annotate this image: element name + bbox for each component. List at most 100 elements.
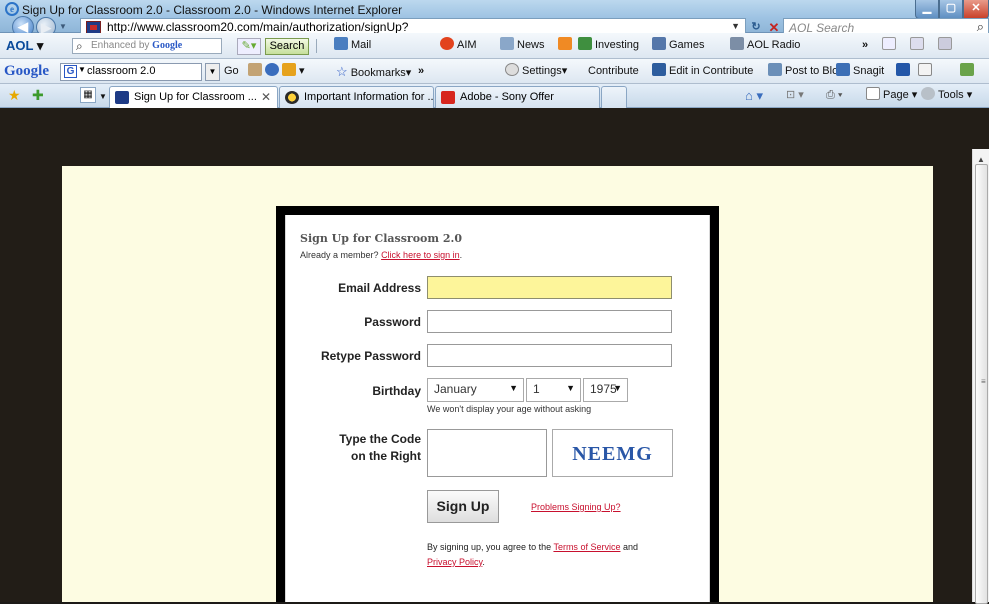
bookmarks-button[interactable]: ☆ Bookmarks▾ [336,63,411,80]
birth-month-select[interactable]: January ▼ [427,378,524,402]
news-icon [500,37,514,50]
google-toolbar: Google G ▼ classroom 2.0 ▼ Go ▾ ☆ Bookma… [0,59,989,84]
birth-day-select[interactable]: 1 ▼ [526,378,581,402]
go-button[interactable]: Go [224,63,239,80]
already-member-text: Already a member? Click here to sign in. [300,250,463,260]
more-chevron-icon[interactable]: » [418,63,424,80]
google-icons-group[interactable]: ▾ [248,63,305,80]
feeds-icon[interactable]: ⊡ ▾ [786,87,804,104]
aol-search-button[interactable]: Search [265,38,309,55]
tab-list-dropdown-icon[interactable]: ▼ [99,88,107,105]
url-dropdown-icon[interactable]: ▼ [731,21,740,31]
terms-of-service-link[interactable]: Terms of Service [553,542,620,552]
aol-logo[interactable]: AOL ▾ [6,38,43,54]
tools-menu[interactable]: Tools ▾ [921,87,972,104]
form-heading: Sign Up for Classroom 2.0 [300,232,462,245]
chevron-down-icon: ▼ [613,383,622,393]
home-icon[interactable]: ⌂ ▾ [745,87,763,104]
aol-toolbar: AOL ▾ ⌕ Enhanced by Google ✎▾ Search Mai… [0,33,989,59]
terms-agreement-text: By signing up, you agree to the Terms of… [427,542,639,567]
enhanced-by-label: Enhanced by [91,40,150,51]
google-search-input[interactable]: G ▼ classroom 2.0 [60,63,202,81]
birth-year-select[interactable]: 1975 ▼ [583,378,628,402]
tab-adobe-sony[interactable]: Adobe - Sony Offer [435,86,600,108]
mail-icon [334,37,348,50]
code-label-line1: Type the Code [339,432,421,446]
email-label: Email Address [338,281,421,295]
toolbar-divider [316,39,317,53]
code-label-line2: on the Right [351,449,421,463]
settings-icon [505,63,519,76]
post-to-blog-button[interactable]: Post to Blo [768,63,838,80]
google-g-icon: G [64,65,77,78]
birth-month-value: January [434,382,477,396]
email-field[interactable] [427,276,672,299]
tab-label: Sign Up for Classroom ... [134,91,257,103]
page-icon [866,87,880,100]
address-bar-row: ◀ ▶ ▼ http://www.classroom20.com/main/au… [0,14,989,38]
gear-icon [921,87,935,100]
retype-password-label: Retype Password [320,349,421,363]
site-favicon-icon [115,91,129,104]
search-icon: ⌕ [76,39,83,53]
news-button[interactable]: News [500,37,545,54]
birthday-label: Birthday [372,384,421,398]
aim-icon [440,37,454,50]
birthday-hint: We won't display your age without asking [427,404,592,414]
print-icon[interactable]: ⎙ ▾ [826,87,842,104]
rss-icon[interactable] [558,37,575,54]
pen-tool-icon[interactable] [882,37,899,54]
new-tab-button[interactable] [601,86,627,108]
google-search-dropdown[interactable]: ▼ [205,63,220,81]
google-label: Google [152,40,183,51]
captcha-image: NEEMG [552,429,673,477]
settings-button[interactable]: Settings▾ [505,63,567,80]
more-chevron-icon[interactable]: » [862,37,868,54]
chevron-down-icon[interactable]: ▼ [78,65,86,74]
history-dropdown-icon[interactable]: ▼ [59,22,67,31]
signup-form: Sign Up for Classroom 2.0 Already a memb… [285,215,710,602]
close-tab-icon[interactable]: ✕ [261,90,271,104]
password-label: Password [364,315,421,329]
scroll-up-icon[interactable]: ▲ [977,155,985,164]
scrollbar-thumb[interactable]: ≡ [975,164,988,604]
tab-important-information[interactable]: Important Information for ... [279,86,434,108]
tab-label: Important Information for ... [304,91,434,103]
feed-icon[interactable] [938,37,955,54]
mail-button[interactable]: Mail [334,37,371,54]
snagit-window-icon[interactable] [896,63,913,80]
tab-signup[interactable]: Sign Up for Classroom ... ✕ [109,86,278,109]
popup-blocker-icon[interactable] [910,37,927,54]
vertical-scrollbar[interactable]: ▲ ≡ [972,149,989,604]
aim-button[interactable]: AIM [440,37,477,54]
privacy-policy-link[interactable]: Privacy Policy [427,557,482,567]
content-frame-top [0,108,989,149]
highlight-pen-icon[interactable]: ✎▾ [237,38,261,55]
quick-tabs-icon[interactable]: ▦ [80,87,96,103]
contribute-button[interactable]: Contribute [588,63,639,80]
favorites-star-icon[interactable]: ★ [8,87,21,104]
tab-bar: ★ ✚ ▦ ▼ Sign Up for Classroom ... ✕ Impo… [0,84,989,109]
snagit-button[interactable]: Snagit [836,63,884,80]
star-icon: ☆ [336,64,348,79]
page-icon [285,91,299,104]
toolbar-extension-icon[interactable] [960,63,977,80]
problems-signing-up-link[interactable]: Problems Signing Up? [531,502,621,512]
sign-up-button[interactable]: Sign Up [427,490,499,523]
investing-button[interactable]: Investing [578,37,639,54]
edit-in-contribute-button[interactable]: Edit in Contribute [652,63,753,80]
aol-radio-button[interactable]: AOL Radio [730,37,800,54]
google-logo[interactable]: Google [4,63,49,80]
sign-in-link[interactable]: Click here to sign in [381,250,460,260]
add-favorites-icon[interactable]: ✚ [32,87,44,104]
games-icon [652,37,666,50]
radio-icon [730,37,744,50]
captcha-input[interactable] [427,429,547,477]
retype-password-field[interactable] [427,344,672,367]
snagit-capture-icon[interactable] [918,63,935,80]
games-button[interactable]: Games [652,37,704,54]
aol-google-search-input[interactable]: ⌕ Enhanced by Google [72,38,222,54]
password-field[interactable] [427,310,672,333]
chevron-down-icon: ▼ [566,383,575,393]
page-menu[interactable]: Page ▾ [866,87,917,104]
